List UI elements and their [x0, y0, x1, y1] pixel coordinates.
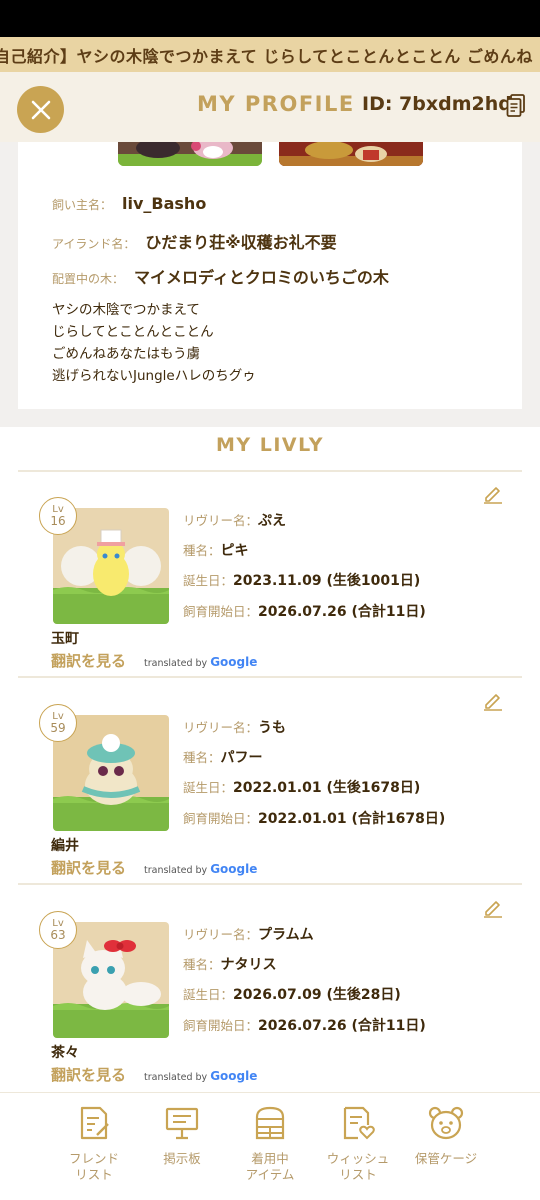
divider: [18, 676, 522, 678]
translate-link[interactable]: 翻訳を見る: [51, 1064, 126, 1085]
friend-list-icon: [80, 1106, 109, 1140]
translate-link[interactable]: 翻訳を見る: [51, 857, 126, 878]
livly-start-date: 2022.01.01 (合計1678日): [258, 811, 446, 827]
livly-species-row: 種名： ピキ: [183, 540, 249, 560]
wardrobe-icon: [255, 1106, 285, 1140]
island-name: ひだまり荘※収穫お礼不要: [145, 233, 337, 252]
tab-bulletin-board[interactable]: 掲示板: [137, 1105, 227, 1167]
livly-start-row: 飼育開始日： 2022.01.01 (合計1678日): [183, 808, 445, 828]
livly-birthday-row: 誕生日： 2023.11.09 (生後1001日): [183, 570, 420, 590]
livly-name: プラムム: [258, 927, 314, 943]
livly-nickname: 玉町: [51, 631, 79, 647]
livly-species-row: 種名： ナタリス: [183, 954, 277, 974]
livly-species: パフー: [220, 750, 263, 766]
bottom-tab-bar: フレンド リスト 掲示板 着用中 アイテム ウィッシュ リスト 保管ケージ: [0, 1092, 540, 1200]
level-badge: Lv 59: [39, 704, 77, 742]
translated-by-google: translated by Google: [144, 655, 258, 669]
tree-name: マイメロディとクロミのいちごの木: [134, 268, 389, 287]
livly-start-row: 飼育開始日： 2026.07.26 (合計11日): [183, 1015, 426, 1035]
island-field: アイランド名： ひだまり荘※収穫お礼不要: [52, 229, 337, 253]
livly-start-row: 飼育開始日： 2026.07.26 (合計11日): [183, 601, 426, 621]
livly-name: ぷえ: [258, 513, 287, 529]
livly-name: うも: [258, 720, 287, 736]
edit-icon[interactable]: [482, 896, 504, 918]
google-logo: Google: [210, 655, 258, 669]
close-button[interactable]: [17, 86, 64, 133]
tab-storage-cage[interactable]: 保管ケージ: [401, 1105, 491, 1167]
livly-nickname: 茶々: [51, 1045, 79, 1061]
tree-thumbnail[interactable]: [279, 142, 423, 166]
announcement-marquee: 自己紹介】ヤシの木陰でつかまえて じらしてとことんとことん ごめんね: [0, 37, 540, 72]
google-logo: Google: [210, 1069, 258, 1083]
storage-cage-icon: [428, 1106, 464, 1140]
my-livly-title: MY LIVLY: [215, 434, 325, 456]
livly-species: ピキ: [220, 543, 249, 559]
level-badge: Lv 63: [39, 911, 77, 949]
livly-nickname: 編井: [51, 838, 79, 854]
livly-name-row: リヴリー名： プラムム: [183, 924, 314, 944]
livly-card: Lv 16 リヴリー名： ぷえ 種名： ピキ 誕生日： 2023.11.09 (…: [18, 472, 522, 678]
marquee-text: 自己紹介】ヤシの木陰でつかまえて じらしてとことんとことん ごめんね: [0, 47, 533, 66]
tab-worn-items[interactable]: 着用中 アイテム: [225, 1105, 315, 1183]
wishlist-icon: [343, 1106, 375, 1140]
profile-card: 飼い主名： liv_Basho アイランド名： ひだまり荘※収穫お礼不要 配置中…: [18, 142, 522, 409]
island-thumbnail[interactable]: [118, 142, 262, 166]
owner-name: liv_Basho: [122, 194, 207, 213]
tab-friend-list[interactable]: フレンド リスト: [49, 1105, 139, 1183]
livly-card: Lv 63 リヴリー名： プラムム 種名： ナタリス 誕生日： 2026.07.…: [18, 886, 522, 1092]
livly-start-date: 2026.07.26 (合計11日): [258, 1018, 426, 1034]
tab-wishlist[interactable]: ウィッシュ リスト: [313, 1105, 403, 1183]
status-bar: [0, 0, 540, 37]
translate-link[interactable]: 翻訳を見る: [51, 650, 126, 671]
profile-bio: ヤシの木陰でつかまえて じらしてとことんとことん ごめんねあなたはもう虜 逃げら…: [52, 302, 256, 384]
translated-by-google: translated by Google: [144, 862, 258, 876]
livly-name-row: リヴリー名： うも: [183, 717, 286, 737]
bulletin-board-icon: [165, 1107, 199, 1140]
google-logo: Google: [210, 862, 258, 876]
edit-icon[interactable]: [482, 689, 504, 711]
user-id: ID: 7bxdm2hd: [362, 93, 512, 115]
page-title: MY PROFILE: [197, 92, 355, 116]
close-icon: [31, 100, 50, 119]
livly-species: ナタリス: [220, 957, 277, 973]
owner-field: 飼い主名： liv_Basho: [52, 194, 207, 213]
livly-card: Lv 59 リヴリー名： うも 種名： パフー 誕生日： 2022.01.01 …: [18, 679, 522, 885]
divider: [18, 883, 522, 885]
livly-start-date: 2026.07.26 (合計11日): [258, 604, 426, 620]
livly-birthday-row: 誕生日： 2026.07.09 (生後28日): [183, 984, 401, 1004]
livly-birthday: 2022.01.01 (生後1678日): [233, 780, 421, 796]
copy-id-icon[interactable]: [506, 94, 526, 118]
profile-section: 飼い主名： liv_Basho アイランド名： ひだまり荘※収穫お礼不要 配置中…: [0, 142, 540, 427]
translated-by-google: translated by Google: [144, 1069, 258, 1083]
livly-species-row: 種名： パフー: [183, 747, 263, 767]
profile-header: MY PROFILE ID: 7bxdm2hd: [0, 72, 540, 142]
livly-birthday-row: 誕生日： 2022.01.01 (生後1678日): [183, 777, 420, 797]
livly-birthday: 2023.11.09 (生後1001日): [233, 573, 421, 589]
livly-name-row: リヴリー名： ぷえ: [183, 510, 286, 530]
level-badge: Lv 16: [39, 497, 77, 535]
livly-birthday: 2026.07.09 (生後28日): [233, 987, 401, 1003]
tree-field: 配置中の木： マイメロディとクロミのいちごの木: [52, 264, 389, 288]
edit-icon[interactable]: [482, 482, 504, 504]
